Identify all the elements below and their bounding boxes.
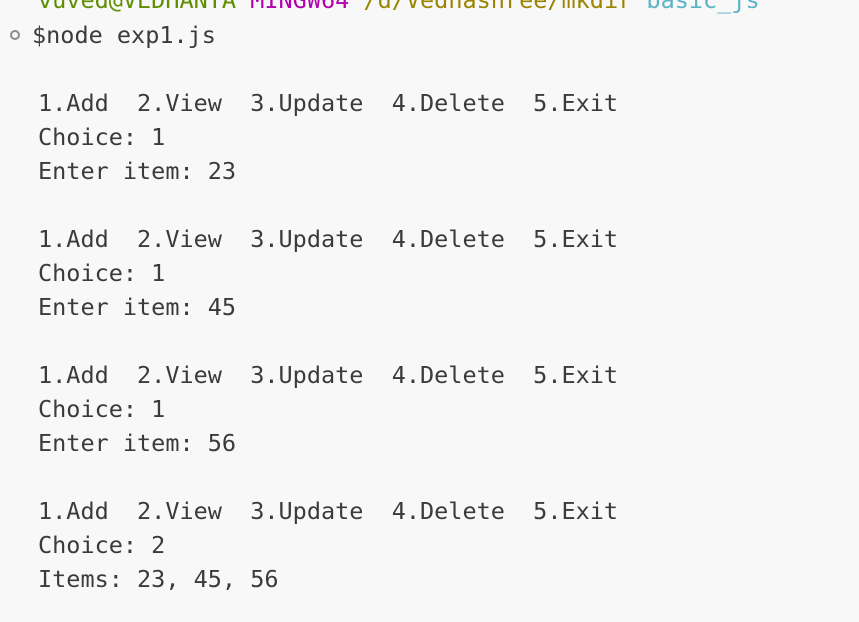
output-line: Choice: 1 [38,395,166,423]
terminal-output: 1.Add 2.View 3.Update 4.Delete 5.Exit Cho… [38,86,618,596]
prompt-user-host: vuved@VEDHANYA [38,0,237,14]
prompt-shell-name: MINGW64 [250,0,350,14]
command-status-circle-icon[interactable] [10,30,20,40]
command-text: node exp1.js [46,21,216,49]
output-line: 1.Add 2.View 3.Update 4.Delete 5.Exit [38,89,619,117]
output-line: 1.Add 2.View 3.Update 4.Delete 5.Exit [38,497,619,525]
command-line: $ node exp1.js [10,18,216,52]
prompt-path: /d/Vedhashree/mkdir [363,0,633,14]
prompt-branch: basic_js [646,0,760,14]
terminal-window[interactable]: vuved@VEDHANYA MINGW64 /d/Vedhashree/mkd… [0,0,859,622]
output-line: Enter item: 56 [38,429,237,457]
output-line: 1.Add 2.View 3.Update 4.Delete 5.Exit [38,361,619,389]
shell-prompt-line: vuved@VEDHANYA MINGW64 /d/Vedhashree/mkd… [38,0,760,17]
output-line: 1.Add 2.View 3.Update 4.Delete 5.Exit [38,225,619,253]
output-line: Choice: 1 [38,259,166,287]
output-line: Choice: 1 [38,123,166,151]
output-line: Enter item: 23 [38,157,237,185]
prompt-symbol: $ [32,21,47,49]
output-line: Items: 23, 45, 56 [38,565,279,593]
output-line: Choice: 2 [38,531,166,559]
output-line: Enter item: 45 [38,293,237,321]
